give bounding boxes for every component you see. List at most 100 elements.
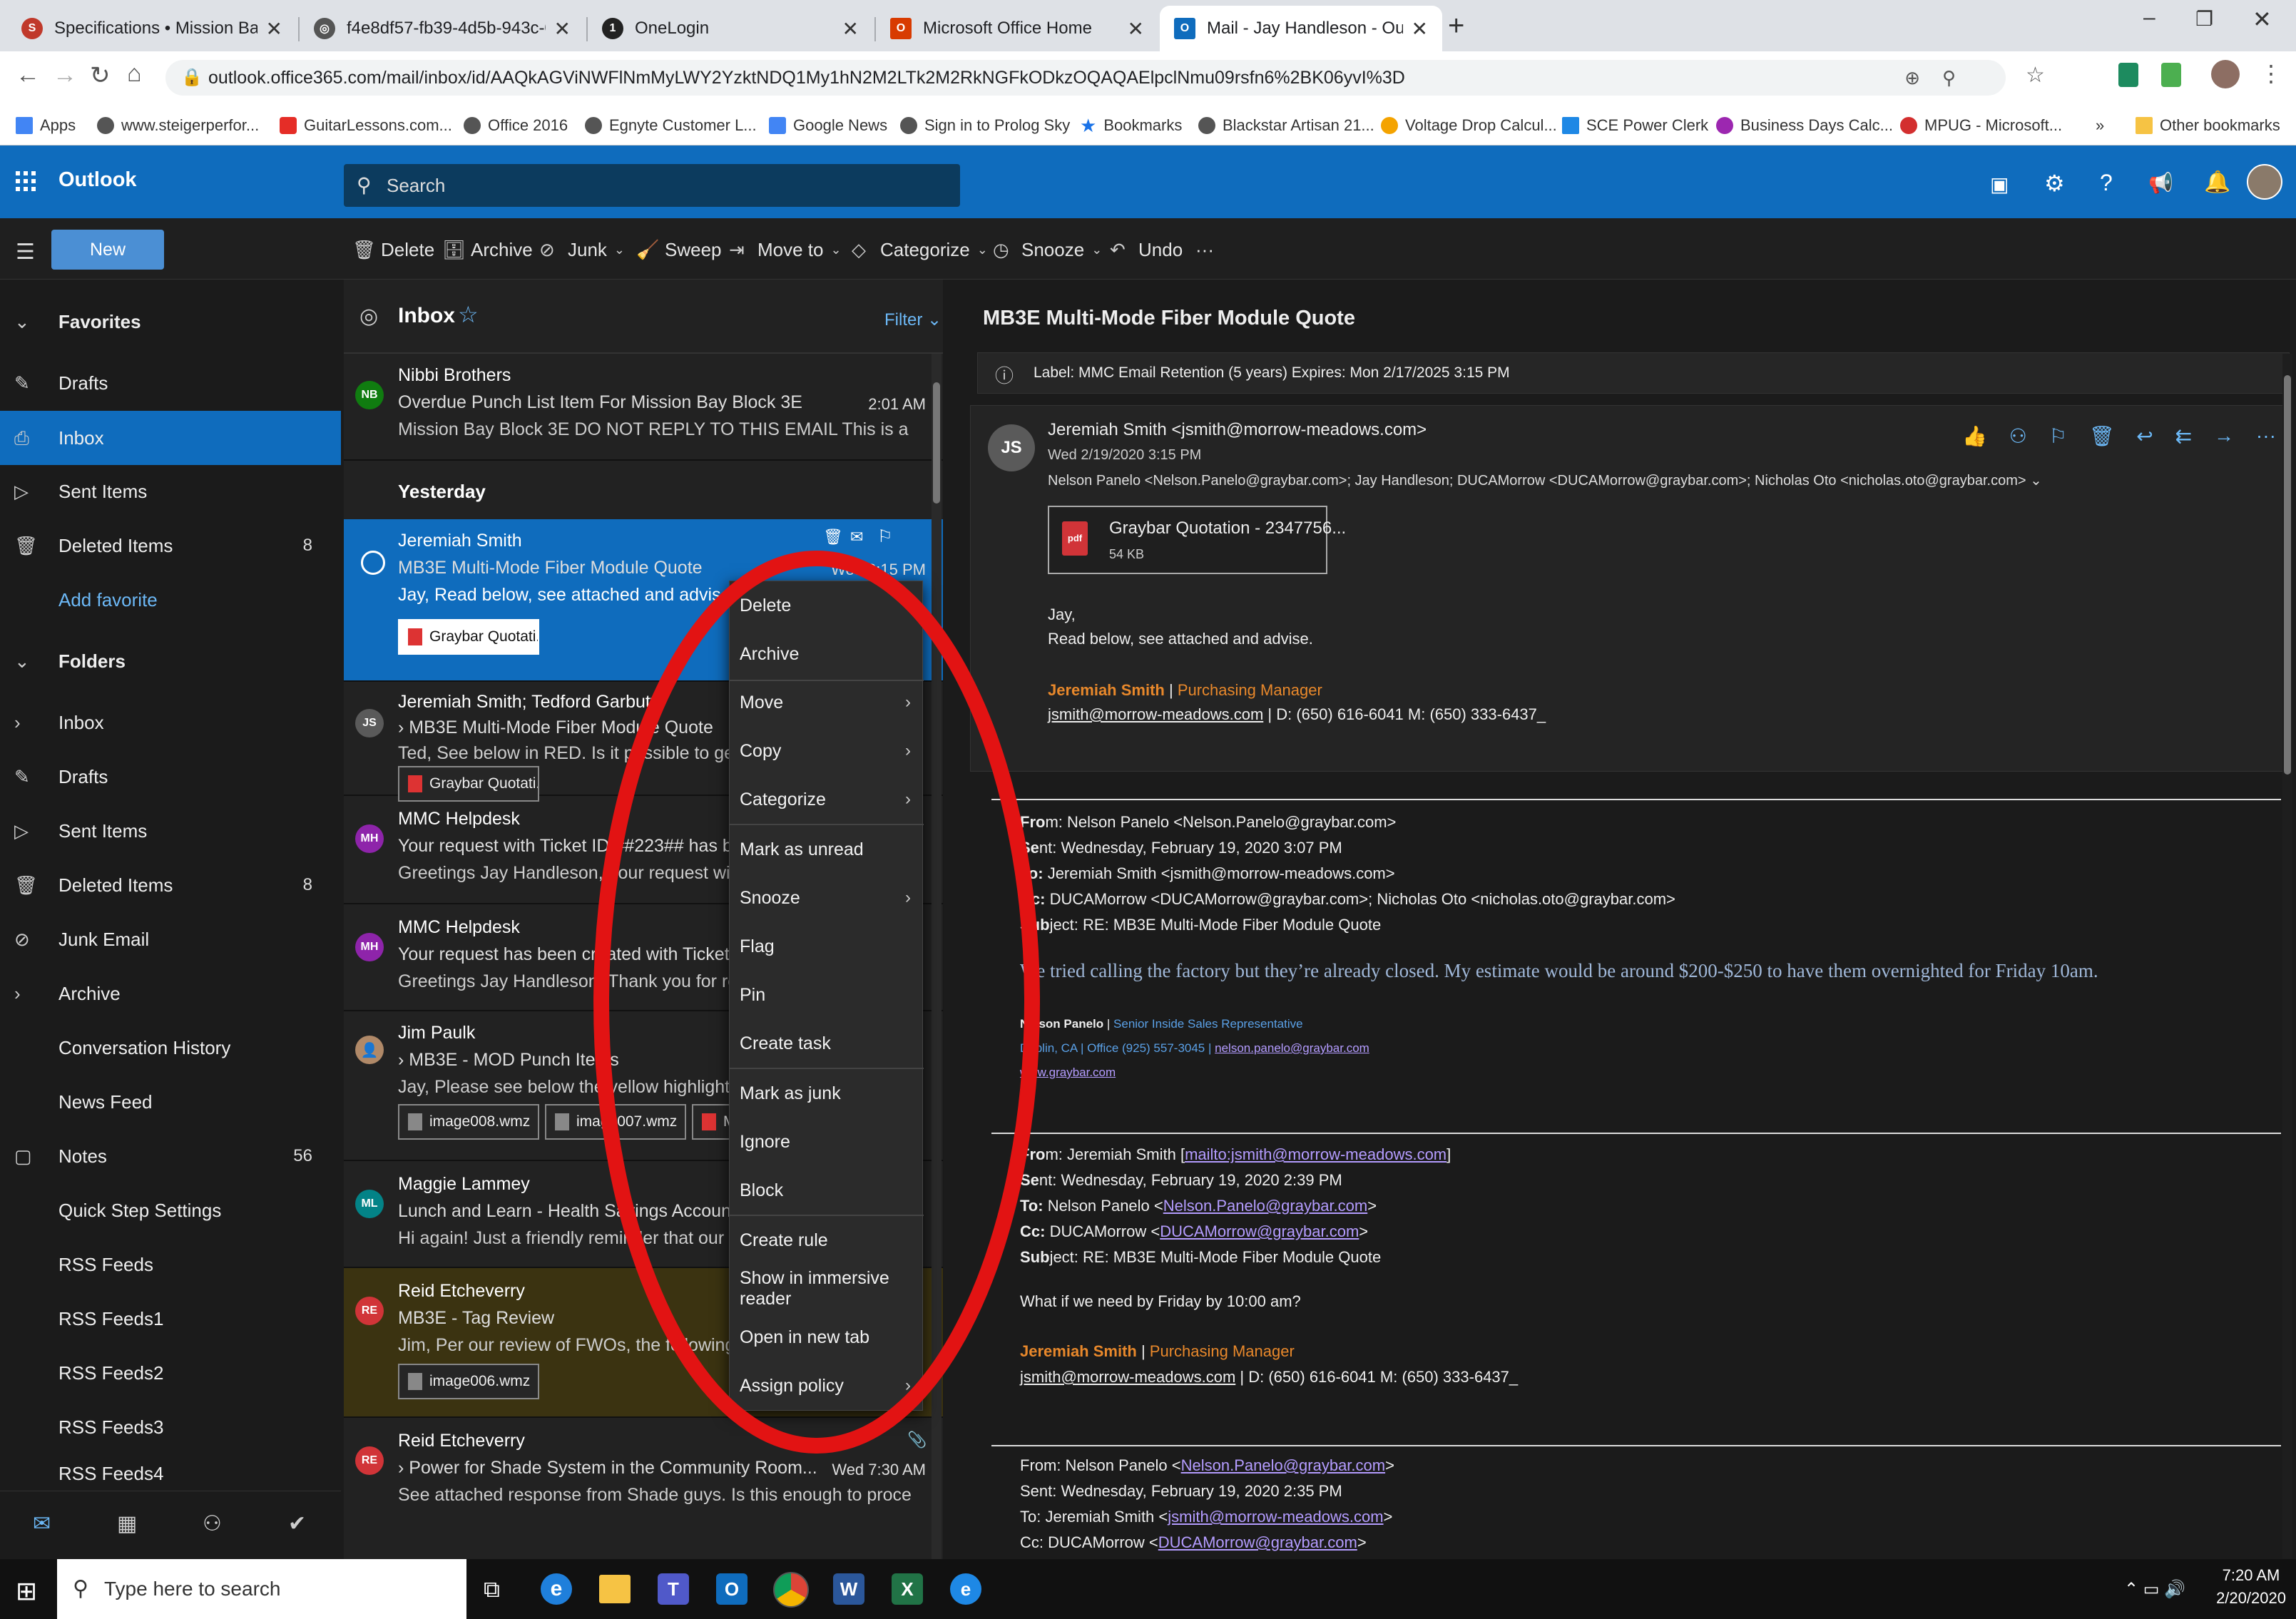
chrome-icon[interactable] bbox=[773, 1572, 809, 1608]
folder-notes[interactable]: ▢ Notes 56 bbox=[0, 1131, 341, 1181]
more-bookmarks-button[interactable]: » bbox=[2096, 111, 2104, 140]
windows-start-icon[interactable]: ⊞ bbox=[16, 1576, 37, 1606]
folder-inbox[interactable]: › Inbox bbox=[0, 698, 341, 747]
bookmark[interactable]: GuitarLessons.com... bbox=[280, 111, 452, 140]
folder-quick-step-settings[interactable]: Quick Step Settings bbox=[0, 1185, 341, 1235]
favorites-header[interactable]: ⌄ Favorites bbox=[0, 297, 341, 347]
scroll-thumb[interactable] bbox=[2284, 375, 2291, 775]
outlook-taskbar-icon[interactable]: O bbox=[716, 1573, 748, 1605]
browser-tab[interactable]: O Microsoft Office Home ✕ bbox=[876, 6, 1158, 51]
folder-deleted-items[interactable]: 🗑 Deleted Items 8 bbox=[0, 860, 341, 910]
favorite-star-icon[interactable]: ☆ bbox=[458, 301, 479, 328]
close-window-button[interactable]: ✕ bbox=[2252, 6, 2272, 33]
move-to-button[interactable]: ⇥ Move to ⌄ bbox=[729, 234, 842, 265]
home-icon[interactable]: ⌂ bbox=[127, 60, 142, 88]
app-name[interactable]: Outlook bbox=[58, 168, 137, 192]
reply-all-icon[interactable]: ⇇ bbox=[2175, 424, 2192, 448]
quote-sig-email[interactable]: jsmith@morrow-meadows.com bbox=[1020, 1368, 1235, 1386]
fav-drafts[interactable]: ✎ Drafts bbox=[0, 358, 341, 408]
browser-menu-icon[interactable]: ⋮ bbox=[2260, 60, 2282, 87]
attachment-chip[interactable]: image008.wmz bbox=[398, 1104, 539, 1140]
menu-item-snooze[interactable]: Snooze › bbox=[730, 874, 924, 922]
browser-tab-active[interactable]: O Mail - Jay Handleson - Outlook ✕ bbox=[1160, 6, 1442, 51]
menu-item-open-new-tab[interactable]: Open in new tab bbox=[730, 1313, 924, 1362]
bookmark[interactable]: Business Days Calc... bbox=[1716, 111, 1893, 140]
quote-cc-link[interactable]: DUCAMorrow@graybar.com bbox=[1158, 1533, 1357, 1551]
user-avatar[interactable] bbox=[2247, 164, 2282, 200]
menu-item-delete[interactable]: Delete bbox=[730, 581, 924, 630]
bookmark-apps[interactable]: Apps bbox=[16, 111, 76, 140]
folder-junk-email[interactable]: ⊘ Junk Email bbox=[0, 914, 341, 964]
app-icon[interactable]: e bbox=[950, 1573, 981, 1605]
new-tab-button[interactable]: + bbox=[1448, 10, 1464, 42]
add-icon[interactable]: ⊕ bbox=[1904, 60, 1920, 96]
reply-icon[interactable]: ↩ bbox=[2136, 424, 2153, 448]
menu-item-mark-as-junk[interactable]: Mark as junk bbox=[730, 1069, 924, 1118]
add-favorite-link[interactable]: Add favorite bbox=[0, 575, 341, 625]
feedback-megaphone-icon[interactable]: 📢 bbox=[2148, 171, 2173, 195]
teams-icon[interactable]: T bbox=[658, 1573, 689, 1605]
close-tab-icon[interactable]: ✕ bbox=[554, 17, 571, 41]
todo-check-icon[interactable]: ✔ bbox=[288, 1511, 306, 1536]
system-tray-icons[interactable]: ⌃ ▭ 🔊 bbox=[2124, 1579, 2185, 1600]
attachment-chip[interactable]: Graybar Quotati... bbox=[398, 619, 539, 655]
close-tab-icon[interactable]: ✕ bbox=[1128, 17, 1144, 41]
menu-item-ignore[interactable]: Ignore bbox=[730, 1118, 924, 1166]
forward-icon[interactable]: → bbox=[2214, 424, 2234, 448]
quote-to-link[interactable]: jsmith@morrow-meadows.com bbox=[1168, 1508, 1383, 1526]
menu-item-archive[interactable]: Archive bbox=[730, 630, 924, 678]
new-message-button[interactable]: New message bbox=[51, 230, 164, 300]
menu-item-immersive-reader[interactable]: Show in immersive reader bbox=[730, 1265, 924, 1313]
attachment-chip[interactable]: image007.wmz bbox=[545, 1104, 686, 1140]
menu-item-categorize[interactable]: Categorize › bbox=[730, 775, 924, 824]
attachment-chip[interactable]: M bbox=[692, 1104, 735, 1140]
bookmark[interactable]: MPUG - Microsoft... bbox=[1900, 111, 2062, 140]
flag-icon[interactable]: ⚐ bbox=[2049, 424, 2067, 448]
other-bookmarks[interactable]: Other bookmarks bbox=[2136, 111, 2280, 140]
forward-icon[interactable]: → bbox=[53, 61, 77, 89]
folder-rss-feeds1[interactable]: RSS Feeds1 bbox=[0, 1294, 341, 1344]
bookmark[interactable]: Egnyte Customer L... bbox=[585, 111, 757, 140]
select-all-check-icon[interactable]: ◎ bbox=[359, 304, 378, 329]
bookmark[interactable]: ★ Bookmarks bbox=[1080, 111, 1182, 140]
task-view-icon[interactable]: ⧉ bbox=[484, 1576, 500, 1603]
restore-window-button[interactable]: ❐ bbox=[2195, 7, 2213, 31]
taskbar-search-input[interactable]: ⚲ Type here to search bbox=[57, 1559, 466, 1619]
extension-icon[interactable] bbox=[2161, 63, 2181, 87]
calendar-icon[interactable]: ▦ bbox=[117, 1511, 137, 1536]
clock[interactable]: 7:20 AM 2/20/2020 bbox=[2215, 1566, 2287, 1608]
list-scrollbar[interactable] bbox=[932, 354, 942, 1559]
quote-cc-link[interactable]: DUCAMorrow@graybar.com bbox=[1160, 1222, 1359, 1240]
notifications-bell-icon[interactable]: 🔔 bbox=[2204, 170, 2230, 195]
mail-icon[interactable]: ✉ bbox=[33, 1511, 51, 1536]
quote-from-link[interactable]: mailto:jsmith@morrow-meadows.com bbox=[1185, 1145, 1447, 1163]
folder-archive[interactable]: › Archive bbox=[0, 969, 341, 1018]
file-explorer-icon[interactable] bbox=[599, 1575, 631, 1603]
trash-icon[interactable]: 🗑 bbox=[2089, 424, 2115, 448]
quote-sig-web-link[interactable]: w.graybar.com bbox=[1038, 1066, 1116, 1079]
more-icon[interactable]: ··· bbox=[2256, 424, 2276, 448]
browser-tab[interactable]: 1 OneLogin ✕ bbox=[588, 6, 873, 51]
undo-button[interactable]: ↶ Undo bbox=[1110, 234, 1183, 265]
filter-button[interactable]: Filter ⌄ bbox=[884, 310, 942, 330]
sweep-button[interactable]: 🧹 Sweep bbox=[636, 234, 722, 265]
quote-to-link[interactable]: Nelson.Panelo@graybar.com bbox=[1163, 1197, 1367, 1215]
menu-item-block[interactable]: Block bbox=[730, 1166, 924, 1215]
help-icon[interactable]: ? bbox=[2100, 170, 2113, 196]
archive-button[interactable]: 🗄 Archive bbox=[442, 234, 533, 265]
folder-conversation-history[interactable]: Conversation History bbox=[0, 1023, 341, 1073]
folder-rss-feeds[interactable]: RSS Feeds bbox=[0, 1240, 341, 1289]
back-icon[interactable]: ← bbox=[16, 61, 40, 89]
search-input[interactable]: ⚲ Search bbox=[344, 164, 960, 207]
folders-header[interactable]: ⌄ Folders bbox=[0, 636, 341, 686]
close-tab-icon[interactable]: ✕ bbox=[1412, 17, 1428, 41]
folder-news-feed[interactable]: News Feed bbox=[0, 1077, 341, 1127]
sig-email-link[interactable]: jsmith@morrow-meadows.com bbox=[1048, 705, 1263, 723]
extension-icon[interactable] bbox=[2118, 63, 2138, 87]
flag-icon[interactable]: ⚐ bbox=[877, 526, 893, 547]
scroll-thumb[interactable] bbox=[933, 382, 940, 504]
folder-drafts[interactable]: ✎ Drafts bbox=[0, 752, 341, 802]
like-icon[interactable]: 👍 bbox=[1962, 424, 1987, 448]
app-launcher-icon[interactable] bbox=[16, 171, 36, 191]
folder-rss-feeds2[interactable]: RSS Feeds2 bbox=[0, 1348, 341, 1398]
